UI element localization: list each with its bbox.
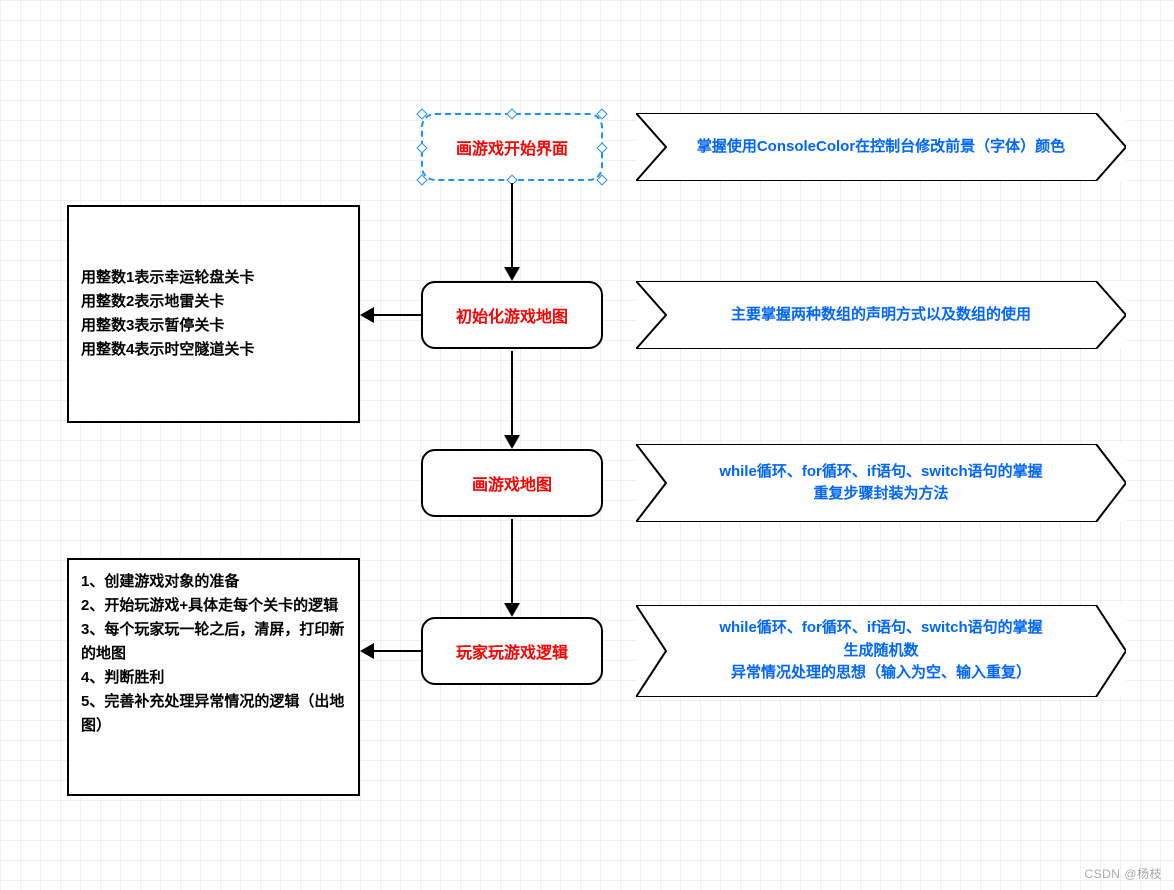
info-text: 掌握使用ConsoleColor在控制台修改前景（字体）颜色: [697, 136, 1065, 159]
info-text-line: 重复步骤封装为方法: [813, 483, 948, 506]
note-line: 用整数1表示幸运轮盘关卡: [81, 266, 346, 290]
info-arrays: 主要掌握两种数组的声明方式以及数组的使用: [636, 281, 1126, 349]
connector: [374, 314, 421, 316]
note-line: 3、每个玩家玩一轮之后，清屏，打印新的地图: [81, 618, 346, 666]
connector: [511, 183, 513, 267]
connector: [511, 351, 513, 435]
info-text-line: while循环、for循环、if语句、switch语句的掌握: [719, 461, 1042, 484]
info-text-line: 生成随机数: [843, 640, 918, 663]
step-draw-start-ui[interactable]: 画游戏开始界面: [421, 113, 603, 181]
info-random-exceptions: while循环、for循环、if语句、switch语句的掌握 生成随机数 异常情…: [636, 605, 1126, 697]
step-play-logic[interactable]: 玩家玩游戏逻辑: [421, 617, 603, 685]
note-line: 5、完善补充处理异常情况的逻辑（出地图）: [81, 690, 346, 738]
note-line: 用整数2表示地雷关卡: [81, 290, 346, 314]
step-label: 初始化游戏地图: [456, 303, 568, 327]
note-play-steps: 1、创建游戏对象的准备 2、开始玩游戏+具体走每个关卡的逻辑 3、每个玩家玩一轮…: [67, 558, 360, 796]
info-loops-methods: while循环、for循环、if语句、switch语句的掌握 重复步骤封装为方法: [636, 444, 1126, 522]
info-text-line: 异常情况处理的思想（输入为空、输入重复）: [731, 662, 1031, 685]
note-line: 1、创建游戏对象的准备: [81, 570, 346, 594]
step-init-map[interactable]: 初始化游戏地图: [421, 281, 603, 349]
info-console-color: 掌握使用ConsoleColor在控制台修改前景（字体）颜色: [636, 113, 1126, 181]
step-label: 画游戏地图: [472, 471, 552, 495]
arrowhead-down-icon: [504, 267, 520, 281]
arrowhead-down-icon: [504, 603, 520, 617]
info-text: 主要掌握两种数组的声明方式以及数组的使用: [731, 304, 1031, 327]
step-draw-map[interactable]: 画游戏地图: [421, 449, 603, 517]
note-line: 用整数4表示时空隧道关卡: [81, 338, 346, 362]
note-line: 2、开始玩游戏+具体走每个关卡的逻辑: [81, 594, 346, 618]
arrowhead-left-icon: [360, 307, 374, 323]
arrowhead-left-icon: [360, 643, 374, 659]
arrowhead-down-icon: [504, 435, 520, 449]
connector: [511, 519, 513, 603]
connector: [374, 650, 421, 652]
note-line: 4、判断胜利: [81, 666, 346, 690]
note-integer-codes: 用整数1表示幸运轮盘关卡 用整数2表示地雷关卡 用整数3表示暂停关卡 用整数4表…: [67, 205, 360, 423]
watermark: CSDN @杨枝: [1084, 865, 1162, 882]
step-label: 画游戏开始界面: [456, 135, 568, 159]
note-line: 用整数3表示暂停关卡: [81, 314, 346, 338]
step-label: 玩家玩游戏逻辑: [456, 639, 568, 663]
info-text-line: while循环、for循环、if语句、switch语句的掌握: [719, 617, 1042, 640]
